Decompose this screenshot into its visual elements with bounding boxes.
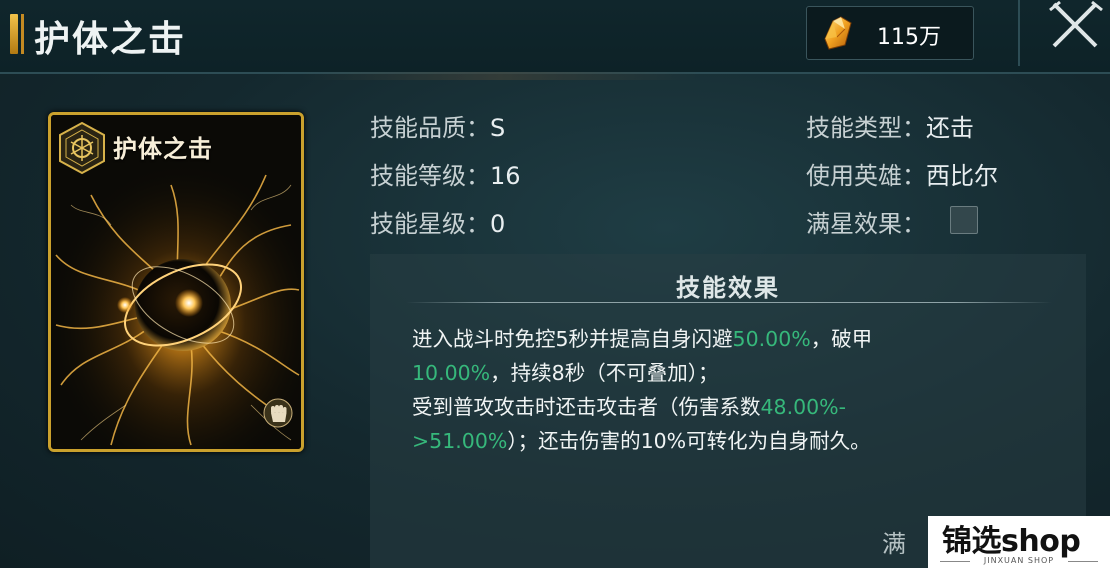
skill-effect-title: 技能效果 <box>676 274 780 302</box>
stat-full-star-label: 满星效果： <box>806 210 926 238</box>
gold-crystal-icon <box>824 16 852 50</box>
stat-type: 技能类型：还击 <box>806 108 974 143</box>
stat-level-value: 16 <box>490 162 521 190</box>
stat-quality-label: 技能品质： <box>370 114 490 142</box>
skill-effect-description: 进入战斗时免控5秒并提高自身闪避50.00%，破甲 10.00%，持续8秒（不可… <box>412 322 1012 458</box>
full-star-effect-label: 满 <box>882 530 906 558</box>
header-bar: 护体之击 115万 <box>0 0 1110 74</box>
skill-card[interactable]: 护体之击 <box>48 112 304 452</box>
full-star-checkbox[interactable] <box>950 206 978 234</box>
effect-highlight-value: 50.00% <box>732 327 811 351</box>
stat-type-value: 还击 <box>926 114 974 142</box>
page-title: 护体之击 <box>34 18 187 60</box>
stat-hero-value: 西比尔 <box>926 162 998 190</box>
stat-stars: 技能星级：0 <box>370 204 505 239</box>
header-shadow <box>300 72 700 80</box>
stat-level-label: 技能等级： <box>370 162 490 190</box>
skill-effect-divider <box>406 302 1052 303</box>
hexagon-rune-icon <box>59 121 105 175</box>
effect-text-segment: 进入战斗时免控5秒并提高自身闪避 <box>412 327 733 351</box>
effect-text-segment: ，破甲 <box>810 327 873 351</box>
effect-highlight-value: 10.00% <box>412 361 491 385</box>
stat-full-star: 满星效果： <box>806 204 926 239</box>
currency-display: 115万 <box>806 6 974 60</box>
stat-level: 技能等级：16 <box>370 156 521 191</box>
stat-hero-label: 使用英雄： <box>806 162 926 190</box>
effect-text-segment: ）；还击伤害的10%可转化为自身耐久。 <box>507 429 871 453</box>
watermark-line-right <box>1068 561 1098 562</box>
stat-type-label: 技能类型： <box>806 114 926 142</box>
effect-highlight-value: >51.00% <box>412 429 508 453</box>
watermark-logo: 锦选shop JINXUAN SHOP <box>928 516 1110 568</box>
stat-quality: 技能品质：S <box>370 108 505 143</box>
close-crossed-swords-icon[interactable] <box>1048 0 1104 52</box>
fist-icon <box>263 398 293 428</box>
skill-card-title: 护体之击 <box>113 134 213 163</box>
title-accent-stripe <box>21 14 24 54</box>
watermark-text: 锦选shop <box>942 524 1081 559</box>
stat-quality-value: S <box>490 114 506 142</box>
header-divider <box>1018 0 1020 66</box>
effect-text-segment: ，持续8秒（不可叠加）； <box>490 361 719 385</box>
stat-hero: 使用英雄：西比尔 <box>806 156 998 191</box>
stat-stars-label: 技能星级： <box>370 210 490 238</box>
currency-amount: 115万 <box>877 25 941 50</box>
stat-stars-value: 0 <box>490 210 506 238</box>
effect-highlight-value: 48.00%- <box>760 395 847 419</box>
title-accent-bar <box>10 14 18 54</box>
effect-text-segment: 受到普攻攻击时还击攻击者（伤害系数 <box>412 395 761 419</box>
